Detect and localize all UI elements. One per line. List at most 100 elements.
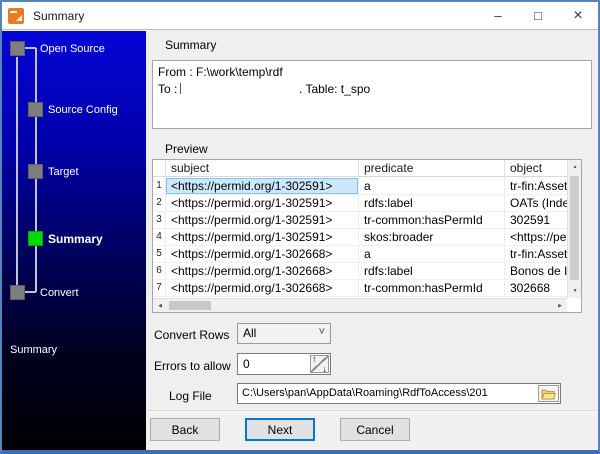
- preview-table: subject predicate object 1 <https://perm…: [152, 159, 582, 313]
- cell-predicate[interactable]: rdfs:label: [359, 195, 505, 211]
- cell-subject-selected[interactable]: <https://permid.org/1-302591>: [166, 178, 359, 194]
- text-caret: [180, 83, 182, 94]
- window-controls: – □ ×: [478, 2, 598, 29]
- step-node-convert[interactable]: [10, 285, 25, 300]
- vertical-scrollbar[interactable]: ▲ ▼: [567, 160, 581, 298]
- scroll-down-icon[interactable]: ▼: [568, 284, 581, 298]
- table-row[interactable]: 5 <https://permid.org/1-302668> a tr-fin…: [153, 246, 567, 263]
- step-label-target[interactable]: Target: [48, 166, 79, 178]
- vertical-scroll-thumb[interactable]: [570, 176, 579, 280]
- app-window: Summary – □ × Open Source Source Config …: [0, 0, 600, 454]
- cell-object[interactable]: Bonos de Inversi: [505, 263, 567, 279]
- scroll-left-icon[interactable]: ◀: [153, 299, 167, 312]
- log-file-value: C:\Users\pan\AppData\Roaming\RdfToAccess…: [242, 387, 488, 399]
- cell-predicate[interactable]: a: [359, 246, 505, 262]
- button-bar: Back Next Cancel: [146, 410, 598, 450]
- summary-from-line: From : F:\work\temp\rdf: [158, 65, 283, 79]
- title-bar: Summary – □ ×: [2, 2, 598, 30]
- convert-rows-label: Convert Rows: [154, 328, 230, 342]
- step-label-summary[interactable]: Summary: [48, 232, 103, 246]
- convert-rows-select[interactable]: All ˅: [237, 323, 331, 344]
- next-button[interactable]: Next: [245, 418, 315, 441]
- app-icon: [8, 7, 24, 24]
- step-label-source-config[interactable]: Source Config: [48, 104, 118, 116]
- spin-up-icon[interactable]: ↑: [312, 354, 317, 364]
- nav-connector-top: [25, 47, 36, 49]
- step-label-open-source[interactable]: Open Source: [40, 43, 105, 55]
- cell-subject[interactable]: <https://permid.org/1-302668>: [166, 263, 359, 279]
- step-node-summary-active[interactable]: [28, 231, 43, 246]
- table-header-row: subject predicate object: [153, 160, 567, 177]
- table-row[interactable]: 4 <https://permid.org/1-302591> skos:bro…: [153, 229, 567, 246]
- convert-rows-value: All: [243, 326, 257, 340]
- table-row[interactable]: 3 <https://permid.org/1-302591> tr-commo…: [153, 212, 567, 229]
- minimize-icon[interactable]: –: [478, 2, 518, 29]
- summary-text-box[interactable]: From : F:\work\temp\rdf To : . Table: t_…: [152, 60, 592, 129]
- horizontal-scrollbar[interactable]: ◀ ▶: [153, 298, 567, 312]
- cell-object[interactable]: 302591: [505, 212, 567, 228]
- main-content: Summary From : F:\work\temp\rdf To : . T…: [146, 31, 598, 450]
- step-node-open-source[interactable]: [10, 41, 25, 56]
- cell-predicate[interactable]: tr-common:hasPermId: [359, 212, 505, 228]
- row-number-header: [153, 160, 166, 176]
- summary-to-prefix: To :: [158, 82, 178, 96]
- table-row[interactable]: 7 <https://permid.org/1-302668> tr-commo…: [153, 280, 567, 297]
- row-number: 6: [153, 263, 166, 279]
- step-node-source-config[interactable]: [28, 102, 43, 117]
- table-row[interactable]: 2 <https://permid.org/1-302591> rdfs:lab…: [153, 195, 567, 212]
- log-file-input[interactable]: C:\Users\pan\AppData\Roaming\RdfToAccess…: [237, 383, 561, 404]
- cell-object[interactable]: tr-fin:AssetClass: [505, 246, 567, 262]
- cell-object[interactable]: <https://permid.: [505, 229, 567, 245]
- errors-to-allow-input[interactable]: 0 ↑ ↓: [237, 353, 331, 375]
- window-title: Summary: [33, 8, 85, 23]
- preview-section-label: Preview: [165, 142, 208, 156]
- cell-predicate[interactable]: skos:broader: [359, 229, 505, 245]
- maximize-icon[interactable]: □: [518, 2, 558, 29]
- row-number: 3: [153, 212, 166, 228]
- cell-subject[interactable]: <https://permid.org/1-302591>: [166, 195, 359, 211]
- column-header-object[interactable]: object: [505, 160, 567, 176]
- step-label-convert[interactable]: Convert: [40, 287, 79, 299]
- scroll-right-icon[interactable]: ▶: [553, 299, 567, 312]
- column-header-subject[interactable]: subject: [166, 160, 359, 176]
- close-icon[interactable]: ×: [558, 2, 598, 29]
- open-folder-icon: [541, 389, 556, 399]
- spinner-control[interactable]: ↑ ↓: [310, 354, 329, 374]
- cell-object[interactable]: tr-fin:AssetClass: [505, 178, 567, 194]
- nav-connector-bottom: [25, 291, 36, 293]
- wizard-sidebar: Open Source Source Config Target Summary…: [2, 31, 146, 450]
- spin-down-icon[interactable]: ↓: [323, 364, 328, 374]
- summary-section-label: Summary: [165, 38, 217, 52]
- row-number: 2: [153, 195, 166, 211]
- chevron-down-icon: ˅: [318, 326, 325, 338]
- table-row[interactable]: 6 <https://permid.org/1-302668> rdfs:lab…: [153, 263, 567, 280]
- cell-subject[interactable]: <https://permid.org/1-302591>: [166, 229, 359, 245]
- table-row[interactable]: 1 <https://permid.org/1-302591> a tr-fin…: [153, 178, 567, 195]
- summary-table-suffix: . Table: t_spo: [299, 82, 371, 96]
- row-number: 4: [153, 229, 166, 245]
- row-number: 5: [153, 246, 166, 262]
- cell-predicate[interactable]: a: [359, 178, 505, 194]
- scroll-up-icon[interactable]: ▲: [568, 160, 581, 174]
- cell-subject[interactable]: <https://permid.org/1-302591>: [166, 212, 359, 228]
- step-node-target[interactable]: [28, 164, 43, 179]
- errors-to-allow-label: Errors to allow: [154, 359, 231, 373]
- table-body: 1 <https://permid.org/1-302591> a tr-fin…: [153, 178, 567, 297]
- cell-object[interactable]: OATs (Index-Link: [505, 195, 567, 211]
- cell-subject[interactable]: <https://permid.org/1-302668>: [166, 246, 359, 262]
- back-button[interactable]: Back: [150, 418, 220, 441]
- browse-log-file-button[interactable]: [538, 385, 559, 402]
- row-number: 1: [153, 178, 166, 194]
- row-number: 7: [153, 280, 166, 296]
- sidebar-status-label: Summary: [10, 344, 58, 356]
- cell-predicate[interactable]: tr-common:hasPermId: [359, 280, 505, 296]
- cancel-button[interactable]: Cancel: [340, 418, 410, 441]
- nav-line-left: [16, 57, 18, 285]
- column-header-predicate[interactable]: predicate: [359, 160, 505, 176]
- cell-object[interactable]: 302668: [505, 280, 567, 296]
- horizontal-scroll-thumb[interactable]: [169, 301, 211, 310]
- summary-to-line: To : . Table: t_spo: [158, 81, 586, 98]
- errors-to-allow-value: 0: [243, 357, 250, 371]
- cell-predicate[interactable]: rdfs:label: [359, 263, 505, 279]
- cell-subject[interactable]: <https://permid.org/1-302668>: [166, 280, 359, 296]
